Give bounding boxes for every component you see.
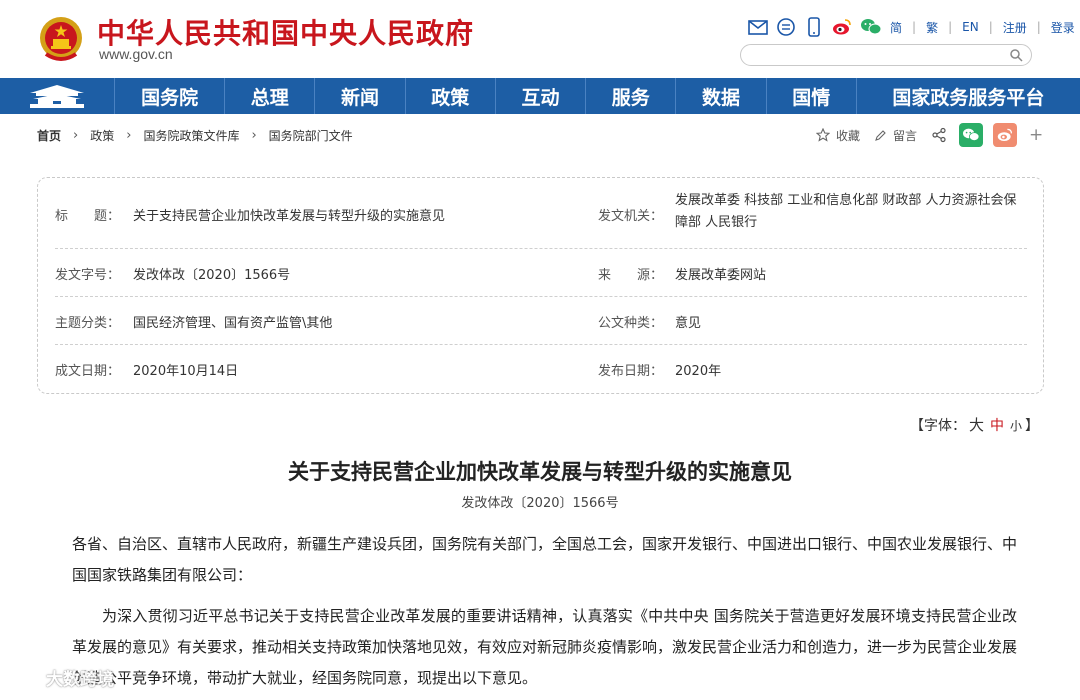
nav-item-data[interactable]: 数据 (676, 78, 767, 114)
font-size-medium-button[interactable]: 中 (990, 418, 1004, 434)
font-size-suffix: 】 (1025, 418, 1040, 434)
title-label: 标 题： (55, 209, 121, 224)
search-icon[interactable] (1009, 48, 1023, 62)
wechat-icon (963, 128, 980, 141)
nav-item-interaction[interactable]: 互动 (496, 78, 587, 114)
nav-home[interactable] (0, 78, 116, 114)
weibo-icon[interactable] (832, 17, 852, 37)
breadcrumb-policy[interactable]: 政策 (90, 127, 114, 144)
doc-type-value: 意见 (675, 316, 702, 331)
article-paragraph: 为深入贯彻习近平总书记关于支持民营企业改革发展的重要讲话精神，认真落实《中共中央… (72, 607, 1018, 687)
weibo-share-button[interactable] (993, 123, 1018, 147)
site-header: 中华人民共和国中央人民政府 www.gov.cn 简 | 繁 | EN | 注册… (0, 0, 1080, 78)
article-paragraph: 各省、自治区、直辖市人民政府，新疆生产建设兵团，国务院有关部门，全国总工会，国家… (72, 535, 1018, 584)
article-doc-number: 发改体改〔2020〕1566号 (461, 496, 619, 511)
font-size-small-button[interactable]: 小 (1010, 419, 1022, 433)
share-toolbar: 收藏 留言 + (816, 123, 1043, 147)
document-info-panel: 标 题： 关于支持民营企业加快改革发展与转型升级的实施意见 发文机关： 发展改革… (37, 177, 1044, 394)
register-link[interactable]: 注册 (1003, 19, 1027, 36)
breadcrumb-dept-documents[interactable]: 国务院部门文件 (269, 127, 353, 144)
lang-simplified-link[interactable]: 简 (890, 19, 902, 36)
divider: | (988, 20, 993, 34)
topic-label: 主题分类： (55, 316, 121, 331)
search-box (740, 44, 1032, 66)
wechat-icon[interactable] (860, 17, 882, 37)
breadcrumb-home[interactable]: 首页 (37, 127, 61, 144)
watermark-logo-icon (5, 668, 39, 687)
nav-item-gov-service-platform[interactable]: 国家政务服务平台 (857, 78, 1080, 114)
chevron-right-icon: › (126, 128, 132, 143)
favorite-link[interactable]: 收藏 (836, 127, 860, 144)
breadcrumb: 首页 › 政策 › 国务院政策文件库 › 国务院部门文件 (37, 127, 353, 144)
divider: | (1036, 20, 1041, 34)
docno-label: 发文字号： (55, 268, 121, 283)
source-label: 来 源： (598, 268, 664, 283)
site-url[interactable]: www.gov.cn (99, 46, 173, 62)
chevron-right-icon: › (73, 128, 79, 143)
lang-traditional-link[interactable]: 繁 (926, 19, 938, 36)
info-row: 发文字号： 发改体改〔2020〕1566号 来 源： 发展改革委网站 (55, 249, 1027, 297)
national-emblem-logo[interactable] (38, 14, 84, 64)
font-size-control: 【字体：大中小】 (910, 414, 1039, 435)
chevron-right-icon: › (251, 128, 257, 143)
nav-item-national-info[interactable]: 国情 (767, 78, 857, 114)
nav-item-services[interactable]: 服务 (586, 78, 677, 114)
topic-value: 国民经济管理、国有资产监管\其他 (133, 316, 333, 331)
share-icon[interactable] (931, 127, 947, 143)
nav-item-news[interactable]: 新闻 (315, 78, 406, 114)
wechat-share-button[interactable] (959, 123, 984, 147)
divider: | (948, 20, 953, 34)
search-input[interactable] (753, 47, 1003, 65)
article-title: 关于支持民营企业加快改革发展与转型升级的实施意见 (288, 459, 792, 484)
info-row: 成文日期： 2020年10月14日 发布日期： 2020年 (55, 345, 1027, 393)
login-link[interactable]: 登录 (1051, 19, 1075, 36)
lang-en-link[interactable]: EN (962, 20, 979, 34)
publish-date-label: 发布日期： (598, 364, 664, 379)
nav-item-state-council[interactable]: 国务院 (115, 78, 226, 114)
comment-link[interactable]: 留言 (893, 127, 917, 144)
written-date-value: 2020年10月14日 (133, 364, 239, 379)
star-icon[interactable] (816, 128, 830, 142)
pen-icon[interactable] (874, 129, 887, 142)
font-size-prefix: 【字体： (910, 418, 966, 434)
divider: | (912, 20, 917, 34)
written-date-label: 成文日期： (55, 364, 121, 379)
source-value: 发展改革委网站 (675, 268, 767, 283)
issuer-label: 发文机关： (598, 209, 664, 224)
weibo-icon (997, 128, 1013, 141)
issuer-value: 发展改革委 科技部 工业和信息化部 财政部 人力资源社会保障部 人民银行 (675, 193, 1017, 230)
watermark-text: 大数跨境 (46, 670, 114, 690)
font-size-large-button[interactable]: 大 (969, 416, 984, 434)
tiananmen-icon (30, 85, 85, 108)
email-icon[interactable] (748, 17, 768, 37)
more-share-button[interactable]: + (1029, 125, 1043, 145)
watermark: 大数跨境 (4, 665, 114, 690)
nav-item-policy[interactable]: 政策 (406, 78, 496, 114)
info-row: 标 题： 关于支持民营企业加快改革发展与转型升级的实施意见 发文机关： 发展改革… (55, 178, 1027, 249)
docno-value: 发改体改〔2020〕1566号 (133, 268, 291, 283)
nav-item-premier[interactable]: 总理 (225, 78, 316, 114)
main-nav: 国务院 总理 新闻 政策 互动 服务 数据 国情 国家政务服务平台 (0, 78, 1080, 114)
doc-type-label: 公文种类： (598, 316, 664, 331)
info-row: 主题分类： 国民经济管理、国有资产监管\其他 公文种类： 意见 (55, 297, 1027, 345)
publish-date-value: 2020年 (675, 364, 722, 379)
breadcrumb-policy-library[interactable]: 国务院政策文件库 (143, 127, 239, 144)
top-toolbar: 简 | 繁 | EN | 注册 | 登录 (748, 17, 1075, 37)
message-icon[interactable] (776, 17, 796, 37)
title-value: 关于支持民营企业加快改革发展与转型升级的实施意见 (133, 209, 446, 224)
mobile-icon[interactable] (804, 17, 824, 37)
